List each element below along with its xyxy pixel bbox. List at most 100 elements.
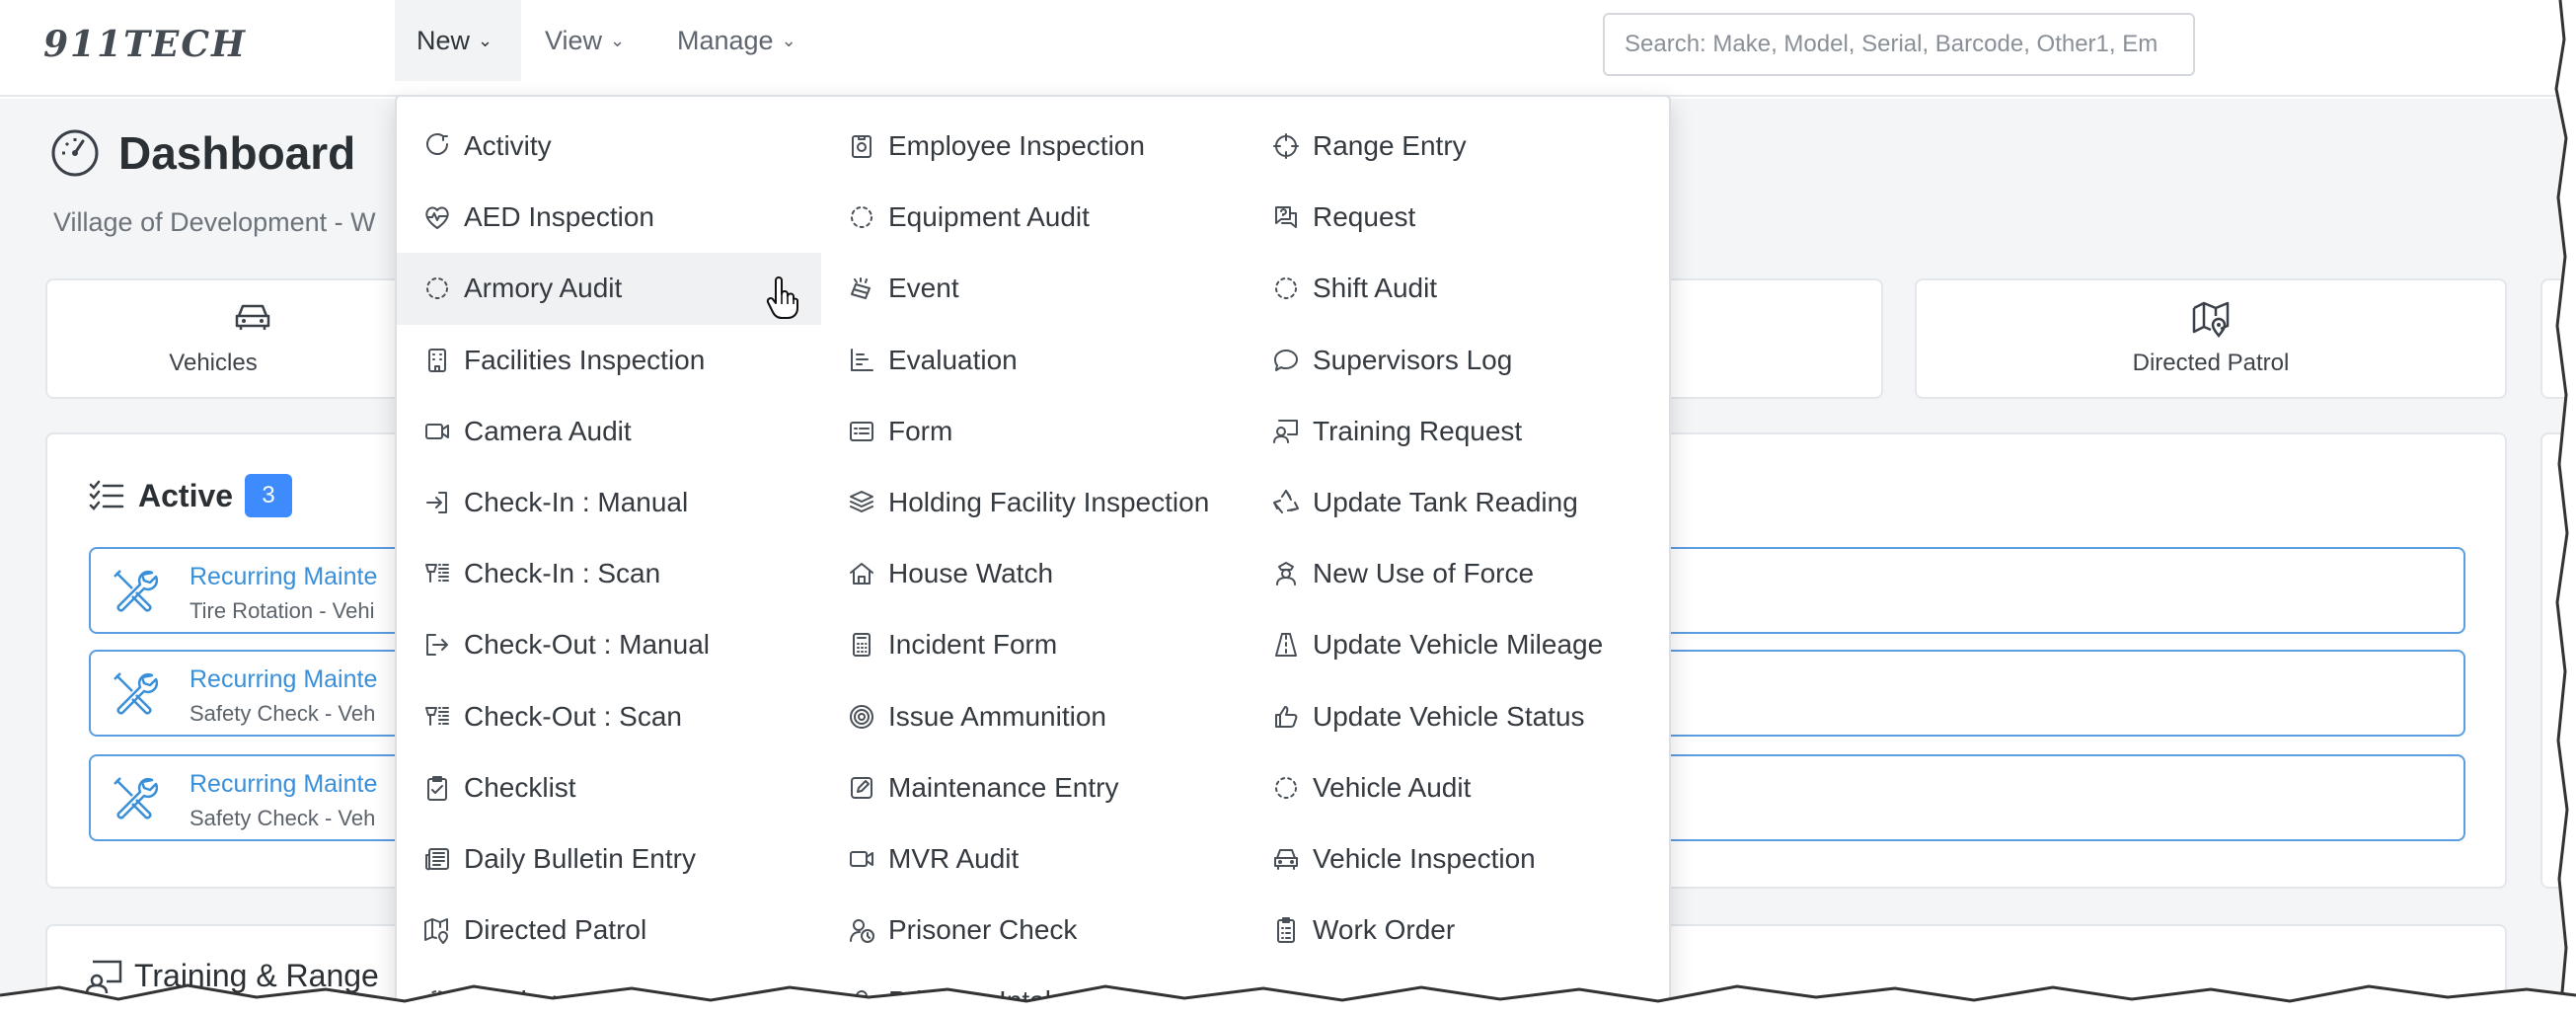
dropdown-item-check-out-manual[interactable]: Check-Out : Manual	[397, 609, 821, 680]
dropdown-column-1: Activity AED Inspection Armory Audit Facili…	[397, 111, 821, 1015]
dropdown-column-3: Range Entry Request Shift Audit Supervisors…	[1246, 111, 1670, 966]
dropdown-item-label: Camera Audit	[464, 415, 632, 446]
dropdown-item-label: Employee Inspection	[888, 130, 1145, 162]
dropdown-item-armory-audit[interactable]: Armory Audit	[397, 253, 821, 325]
dropdown-item-holding-facility-inspection[interactable]: Holding Facility Inspection	[821, 467, 1246, 538]
dropdown-item-label: Update Vehicle Mileage	[1313, 629, 1604, 661]
dashboard-subtitle: Village of Development - W	[53, 207, 376, 237]
dropdown-item-request[interactable]: Request	[1246, 182, 1670, 253]
dropdown-item-label: Work Order	[1313, 914, 1456, 946]
active-title: Active	[138, 477, 234, 513]
quick-action-directed-patrol[interactable]: Directed Patrol	[1915, 278, 2507, 399]
tools-icon	[114, 570, 158, 612]
dropdown-item-facilities-inspection[interactable]: Facilities Inspection	[397, 325, 821, 396]
event-icon	[847, 273, 876, 303]
dropdown-item-issue-ammunition[interactable]: Issue Ammunition	[821, 681, 1246, 752]
task-subtitle: Tire Rotation - Vehi	[189, 598, 375, 623]
dashed-circle-icon	[422, 273, 452, 303]
dropdown-item-mvr-audit[interactable]: MVR Audit	[821, 823, 1246, 895]
video-icon	[422, 417, 452, 446]
nav-new-menu[interactable]: New ⌄	[395, 0, 521, 81]
dropdown-item-prisoner-check[interactable]: Prisoner Check	[821, 895, 1246, 966]
dropdown-item-house-watch[interactable]: House Watch	[821, 538, 1246, 609]
task-title[interactable]: Recurring Mainte	[189, 563, 377, 591]
dropdown-item-new-use-of-force[interactable]: New Use of Force	[1246, 538, 1670, 609]
dropdown-item-label: Update Vehicle Status	[1313, 700, 1585, 732]
dropdown-item-work-order[interactable]: Work Order	[1246, 895, 1670, 966]
chevron-down-icon: ⌄	[781, 30, 796, 50]
dropdown-item-check-out-scan[interactable]: Check-Out : Scan	[397, 681, 821, 752]
dropdown-item-supervisors-log[interactable]: Supervisors Log	[1246, 325, 1670, 396]
dropdown-item-label: Armory Audit	[464, 273, 623, 304]
user-clock-icon	[847, 915, 876, 945]
dropdown-item-label: Incident Form	[888, 629, 1058, 661]
calculator-icon	[847, 630, 876, 660]
dropdown-item-evaluation[interactable]: Evaluation	[821, 325, 1246, 396]
dropdown-item-check-in-scan[interactable]: Check-In : Scan	[397, 538, 821, 609]
task-subtitle: Safety Check - Veh	[189, 806, 376, 830]
task-title[interactable]: Recurring Mainte	[189, 770, 377, 799]
dropdown-item-label: Prisoner Check	[888, 914, 1078, 946]
barcode-scan-icon	[422, 702, 452, 732]
tools-icon	[114, 777, 158, 820]
dropdown-item-vehicle-inspection[interactable]: Vehicle Inspection	[1246, 823, 1670, 895]
dropdown-item-daily-bulletin-entry[interactable]: Daily Bulletin Entry	[397, 823, 821, 895]
dropdown-item-checklist[interactable]: Checklist	[397, 752, 821, 823]
dropdown-item-update-vehicle-status[interactable]: Update Vehicle Status	[1246, 681, 1670, 752]
nav-manage-label: Manage	[677, 25, 774, 55]
dropdown-item-form[interactable]: Form	[821, 396, 1246, 467]
dropdown-item-label: Vehicle Audit	[1313, 771, 1472, 803]
dropdown-item-range-entry[interactable]: Range Entry	[1246, 111, 1670, 182]
dropdown-item-prisoner-intake[interactable]: Prisoner Intake	[821, 966, 1246, 1015]
dropdown-item-label: Vehicle Inspection	[1313, 842, 1536, 874]
dropdown-item-label: Form	[888, 415, 953, 446]
dropdown-item-update-tank-reading[interactable]: Update Tank Reading	[1246, 467, 1670, 538]
search-input[interactable]	[1603, 13, 2195, 76]
dropdown-item-label: Evaluation	[888, 344, 1018, 375]
dropdown-item-check-in-manual[interactable]: Check-In : Manual	[397, 467, 821, 538]
dropdown-item-training-request[interactable]: Training Request	[1246, 396, 1670, 467]
dropdown-item-aed-inspection[interactable]: AED Inspection	[397, 182, 821, 253]
clipboard-list-icon	[1271, 915, 1301, 945]
dropdown-item-event[interactable]: Event	[821, 253, 1246, 324]
active-count-badge: 3	[245, 474, 293, 517]
nav-view-menu[interactable]: View ⌄	[545, 0, 625, 81]
training-title: Training & Range	[134, 958, 379, 993]
dropdown-column-2: Employee Inspection Equipment Audit Event E…	[821, 111, 1246, 1015]
question-chat-icon	[1271, 202, 1301, 232]
brand-logo[interactable]: 911TECH	[43, 24, 247, 65]
chat-bubble-icon	[1271, 346, 1301, 375]
dropdown-item-label: Update Tank Reading	[1313, 487, 1578, 518]
dropdown-item-shift-audit[interactable]: Shift Audit	[1246, 253, 1670, 324]
chevron-down-icon: ⌄	[478, 30, 493, 50]
form-icon	[847, 417, 876, 446]
dropdown-item-employee-inspection[interactable]: Employee Inspection	[821, 111, 1246, 182]
quick-action-label: Vehicles	[169, 350, 258, 376]
dashboard-title: Dashboard	[118, 127, 356, 179]
dropdown-item-incident-form[interactable]: Incident Form	[821, 609, 1246, 680]
dashed-circle-icon	[422, 986, 452, 1015]
dropdown-item-equipment-audit[interactable]: Equipment Audit	[821, 182, 1246, 253]
house-icon	[847, 559, 876, 588]
dropdown-item-maintenance-entry[interactable]: Maintenance Entry	[821, 752, 1246, 823]
dropdown-item-label: Daily Bulletin Entry	[464, 842, 696, 874]
crosshair-icon	[1271, 131, 1301, 161]
id-badge-icon	[847, 131, 876, 161]
dropdown-item-label: MVR Audit	[888, 842, 1020, 874]
dropdown-item-update-vehicle-mileage[interactable]: Update Vehicle Mileage	[1246, 609, 1670, 680]
active-card-edge	[2540, 432, 2576, 889]
car-icon	[235, 304, 270, 330]
dropdown-item-vehicle-audit[interactable]: Vehicle Audit	[1246, 752, 1670, 823]
dropdown-item-directed-patrol[interactable]: Directed Patrol	[397, 895, 821, 966]
dropdown-item-camera-audit[interactable]: Camera Audit	[397, 396, 821, 467]
dropdown-item-label: Supervisors Log	[1313, 344, 1513, 375]
barcode-scan-icon	[422, 559, 452, 588]
dropdown-item-employee-audit[interactable]: Employee Audit	[397, 966, 821, 1015]
nav-manage-menu[interactable]: Manage ⌄	[677, 0, 796, 81]
task-title[interactable]: Recurring Mainte	[189, 665, 377, 694]
recycle-icon	[1271, 488, 1301, 517]
dropdown-item-activity[interactable]: Activity	[397, 111, 821, 182]
thumbs-up-icon	[1271, 702, 1301, 732]
layers-icon	[847, 488, 876, 517]
dropdown-item-label: Prisoner Intake	[888, 985, 1075, 1015]
